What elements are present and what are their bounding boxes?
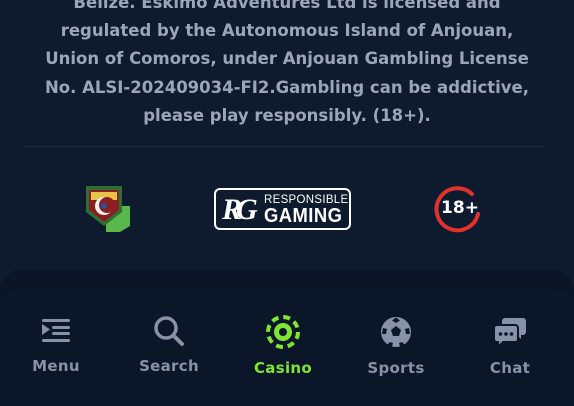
license-text: Belize. Eskimo Adventures Ltd is license… [22, 0, 552, 130]
license-line: please play responsibly. (18+). [143, 105, 431, 125]
license-line: Belize. Eskimo Adventures Ltd is license… [73, 0, 501, 12]
nav-item-chat[interactable]: Chat [455, 315, 565, 390]
anjouan-seal-icon [86, 186, 130, 232]
rg-logo: RG [222, 193, 258, 226]
nav-label-casino: Casino [254, 359, 312, 377]
chat-icon [493, 318, 526, 349]
soccer-ball-icon [381, 317, 411, 347]
bottom-navigation: Menu Search Casino Sports Chat [0, 288, 574, 406]
footer-divider [22, 146, 545, 147]
casino-chip-icon [266, 315, 300, 349]
nav-item-casino[interactable]: Casino [228, 315, 338, 390]
search-icon [154, 316, 184, 346]
home-indicator [227, 398, 347, 402]
license-line: regulated by the Autonomous Island of An… [60, 21, 514, 41]
nav-item-menu[interactable]: Menu [1, 315, 111, 390]
age-text: 18+ [441, 198, 479, 218]
license-line: No. ALSI-202409034-FI2.Gambling can be a… [44, 77, 530, 97]
nav-item-sports[interactable]: Sports [341, 315, 451, 390]
responsible-gaming-badge[interactable]: RG RESPONSIBLE GAMING [214, 188, 351, 230]
nav-label-menu: Menu [32, 357, 80, 375]
certification-badges: RG RESPONSIBLE GAMING 18+ [0, 170, 574, 250]
menu-icon [42, 319, 70, 342]
rg-bottom-text: GAMING [264, 205, 343, 227]
anjouan-license-seal[interactable] [82, 182, 134, 232]
license-line: Union of Comoros, under Anjouan Gambling… [45, 49, 529, 69]
nav-item-search[interactable]: Search [114, 315, 224, 390]
age-restriction-badge[interactable]: 18+ [432, 184, 484, 236]
nav-label-chat: Chat [489, 359, 531, 377]
nav-label-search: Search [139, 357, 199, 375]
nav-label-sports: Sports [367, 359, 425, 377]
